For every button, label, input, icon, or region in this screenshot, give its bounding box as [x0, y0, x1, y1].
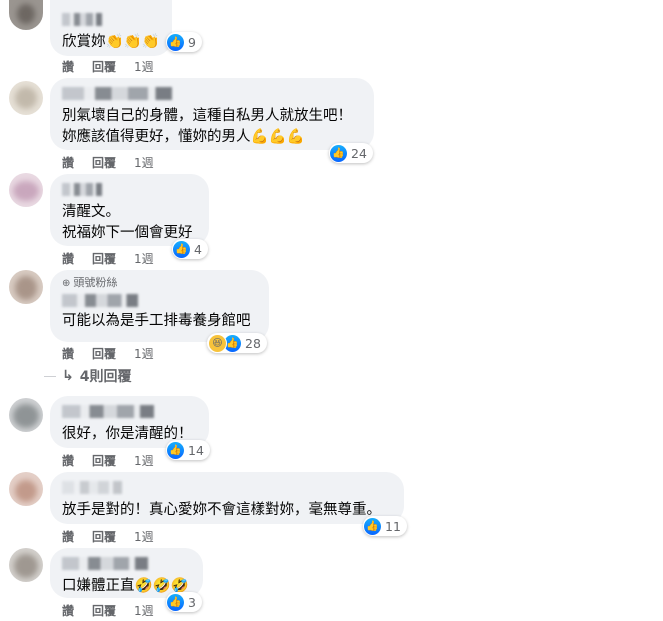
reply-arrow-icon: ↳: [62, 368, 74, 384]
reply-button[interactable]: 回覆: [92, 452, 134, 469]
comment-actions: 讚 回覆 1週: [62, 345, 154, 362]
like-reaction-icon: 👍: [364, 517, 381, 535]
reply-button[interactable]: 回覆: [92, 345, 134, 362]
like-button[interactable]: 讚: [62, 58, 92, 75]
like-button[interactable]: 讚: [62, 602, 92, 619]
timestamp[interactable]: 1週: [134, 528, 154, 545]
comment-bubble: 欣賞妳👏👏👏: [50, 0, 172, 56]
commenter-name[interactable]: [62, 481, 122, 494]
comment-bubble: ⊕ 頭號粉絲 可能以為是手工排毒養身館吧: [50, 270, 269, 342]
avatar[interactable]: [9, 398, 43, 432]
like-reaction-icon: 👍: [167, 33, 184, 51]
thread-line: [44, 376, 56, 377]
commenter-name[interactable]: [62, 13, 102, 26]
comment-bubble: 口嫌體正直🤣🤣🤣: [50, 548, 203, 598]
like-button[interactable]: 讚: [62, 528, 92, 545]
globe-icon: ⊕: [62, 278, 71, 289]
reply-button[interactable]: 回覆: [92, 602, 134, 619]
view-replies-link[interactable]: ↳ 4則回覆: [62, 366, 131, 386]
like-button[interactable]: 讚: [62, 345, 92, 362]
like-reaction-icon: 👍: [173, 240, 190, 258]
like-button[interactable]: 讚: [62, 154, 92, 171]
like-button[interactable]: 讚: [62, 452, 92, 469]
timestamp[interactable]: 1週: [134, 452, 154, 469]
reaction-count[interactable]: 👍 11: [363, 516, 407, 536]
reply-button[interactable]: 回覆: [92, 58, 134, 75]
comment-bubble: 放手是對的！真心愛妳不會這樣對妳，毫無尊重。: [50, 472, 404, 524]
comment-actions: 讚 回覆 1週: [62, 154, 154, 171]
like-button[interactable]: 讚: [62, 250, 92, 267]
timestamp[interactable]: 1週: [134, 250, 154, 267]
comment-text: 清醒文。 祝福妳下一個會更好: [62, 204, 193, 241]
timestamp[interactable]: 1週: [134, 345, 154, 362]
comment-bubble: 清醒文。 祝福妳下一個會更好: [50, 174, 209, 246]
avatar[interactable]: [9, 173, 43, 207]
reaction-count[interactable]: 👍 4: [172, 239, 208, 259]
comment-text: 欣賞妳👏👏👏: [62, 34, 160, 50]
commenter-name[interactable]: [62, 294, 138, 307]
haha-reaction-icon: 😆: [208, 333, 227, 353]
comment-actions: 讚 回覆 1週: [62, 452, 154, 469]
comment-actions: 讚 回覆 1週: [62, 602, 154, 619]
reply-button[interactable]: 回覆: [92, 250, 134, 267]
avatar[interactable]: [9, 548, 43, 582]
reaction-count[interactable]: 😆 👍 28: [207, 333, 267, 353]
reaction-count[interactable]: 👍 14: [166, 440, 210, 460]
like-reaction-icon: 👍: [167, 593, 184, 611]
top-fan-badge: ⊕ 頭號粉絲: [62, 276, 118, 289]
reply-button[interactable]: 回覆: [92, 154, 134, 171]
comment-actions: 讚 回覆 1週: [62, 250, 154, 267]
comment-text: 放手是對的！真心愛妳不會這樣對妳，毫無尊重。: [62, 502, 381, 518]
like-reaction-icon: 👍: [167, 441, 184, 459]
comment-actions: 讚 回覆 1週: [62, 528, 154, 545]
avatar[interactable]: [9, 472, 43, 506]
commenter-name[interactable]: [62, 405, 154, 418]
timestamp[interactable]: 1週: [134, 58, 154, 75]
comment-bubble: 別氣壞自己的身體，這種自私男人就放生吧！ 妳應該值得更好，懂妳的男人💪💪💪: [50, 78, 374, 150]
commenter-name[interactable]: [62, 557, 148, 570]
commenter-name[interactable]: [62, 183, 102, 196]
timestamp[interactable]: 1週: [134, 154, 154, 171]
comment-text: 可能以為是手工排毒養身館吧: [62, 313, 251, 329]
reaction-count[interactable]: 👍 9: [166, 32, 202, 52]
avatar[interactable]: [9, 0, 43, 30]
avatar[interactable]: [9, 81, 43, 115]
commenter-name[interactable]: [62, 87, 172, 100]
reaction-count[interactable]: 👍 3: [166, 592, 202, 612]
reaction-count[interactable]: 👍 24: [329, 143, 373, 163]
like-reaction-icon: 👍: [330, 144, 347, 162]
comment-text: 別氣壞自己的身體，這種自私男人就放生吧！ 妳應該值得更好，懂妳的男人💪💪💪: [62, 108, 352, 145]
timestamp[interactable]: 1週: [134, 602, 154, 619]
reply-button[interactable]: 回覆: [92, 528, 134, 545]
avatar[interactable]: [9, 270, 43, 304]
comment-actions: 讚 回覆 1週: [62, 58, 154, 75]
